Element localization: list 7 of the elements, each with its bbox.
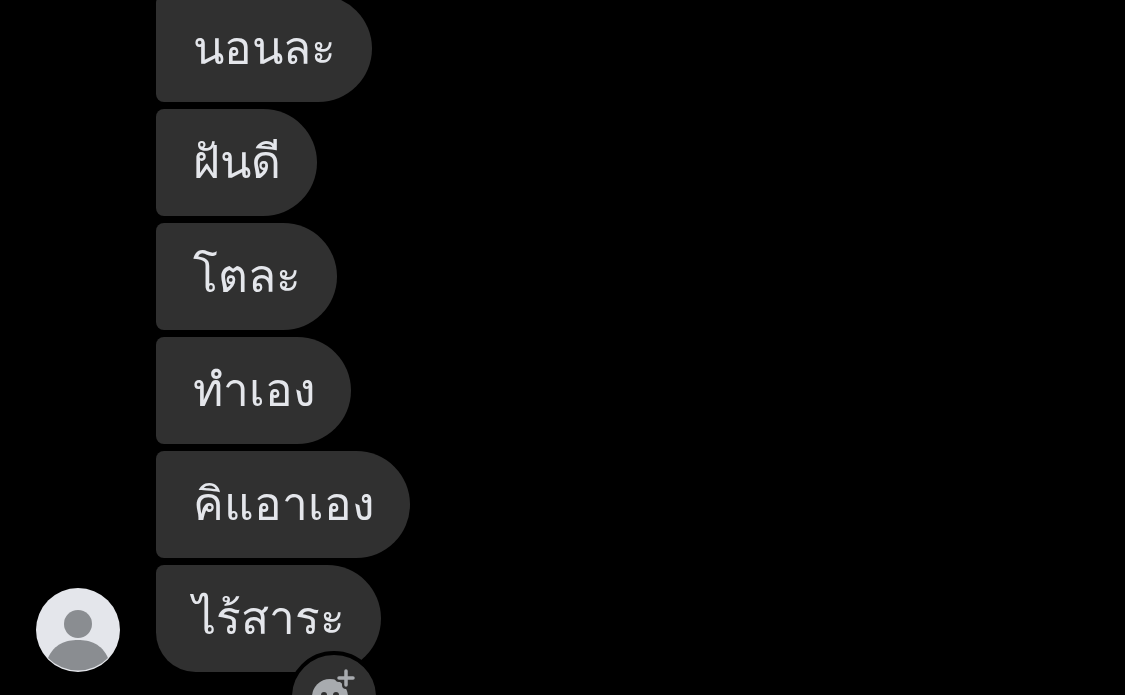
message-bubble[interactable]: ฝันดี (156, 109, 317, 216)
message-bubble[interactable]: ไร้สาระ (156, 565, 381, 672)
message-bubble[interactable]: คิแอาเอง (156, 451, 410, 558)
message-bubble[interactable]: ทำเอง (156, 337, 351, 444)
message-bubble[interactable]: นอนละ (156, 0, 372, 102)
message-bubble[interactable]: โตละ (156, 223, 337, 330)
avatar-icon[interactable] (36, 588, 120, 672)
